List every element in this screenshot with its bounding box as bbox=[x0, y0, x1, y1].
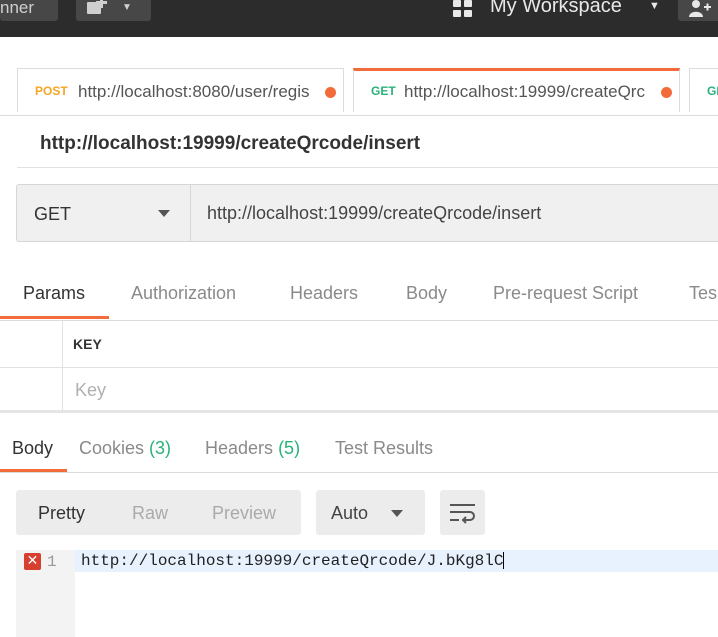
chevron-down-icon: ▼ bbox=[649, 0, 660, 12]
tab-url: http://localhost:8080/user/regis bbox=[78, 82, 310, 101]
chevron-down-icon bbox=[391, 510, 403, 517]
runner-label: nner bbox=[0, 0, 35, 17]
cookies-label: Cookies bbox=[79, 438, 145, 458]
cookies-count: (3) bbox=[149, 438, 172, 458]
divider bbox=[0, 367, 718, 368]
view-mode-group: Pretty Raw Preview bbox=[16, 490, 301, 535]
divider bbox=[0, 472, 718, 473]
pretty-button[interactable]: Pretty bbox=[38, 503, 85, 524]
plus-box-icon bbox=[87, 0, 107, 14]
raw-button[interactable]: Raw bbox=[132, 503, 168, 524]
request-tab-strip: POST http://localhost:8080/user/regis GE… bbox=[0, 37, 718, 116]
request-tab-post[interactable]: POST http://localhost:8080/user/regis bbox=[17, 68, 344, 112]
grid-icon bbox=[453, 0, 473, 18]
response-content: http://localhost:19999/createQrcode/J.bK… bbox=[81, 552, 504, 570]
runner-button[interactable]: nner bbox=[0, 0, 58, 21]
unsaved-dot-icon bbox=[661, 87, 672, 98]
divider bbox=[17, 167, 718, 168]
wrap-lines-icon bbox=[450, 504, 475, 524]
url-input[interactable]: http://localhost:19999/createQrcode/inse… bbox=[190, 184, 718, 242]
top-bar: nner ▼ My Workspace ▼ bbox=[0, 0, 718, 37]
method-value: GET bbox=[34, 204, 72, 224]
tab-headers[interactable]: Headers bbox=[290, 283, 358, 304]
tab-response-body[interactable]: Body bbox=[12, 438, 53, 459]
editor-gutter: ✕ 1 bbox=[16, 550, 75, 637]
pane-resizer[interactable] bbox=[0, 410, 718, 413]
tab-tests[interactable]: Tes bbox=[689, 283, 717, 304]
preview-button[interactable]: Preview bbox=[212, 503, 276, 524]
tab-authorization[interactable]: Authorization bbox=[131, 283, 236, 304]
active-tab-indicator bbox=[0, 316, 109, 319]
add-user-icon bbox=[689, 0, 711, 17]
tab-method: POST bbox=[35, 84, 68, 98]
tab-params[interactable]: Params bbox=[23, 283, 85, 304]
tab-response-headers[interactable]: Headers (5) bbox=[205, 438, 300, 459]
key-column-header: KEY bbox=[73, 336, 102, 352]
code-line: http://localhost:19999/createQrcode/J.bK… bbox=[75, 550, 718, 572]
wrap-lines-button[interactable] bbox=[440, 490, 485, 535]
tab-url: http://localhost:19999/createQrc bbox=[404, 82, 645, 101]
chevron-down-icon bbox=[158, 210, 170, 217]
chevron-down-icon: ▼ bbox=[122, 2, 132, 13]
code-text: http://localhost:19999/createQrcode/J.bK… bbox=[81, 552, 505, 570]
format-value: Auto bbox=[331, 503, 369, 523]
tab-test-results[interactable]: Test Results bbox=[335, 438, 433, 459]
new-button[interactable]: ▼ bbox=[76, 0, 151, 21]
format-select[interactable]: Auto bbox=[316, 490, 425, 535]
line-number: 1 bbox=[47, 553, 57, 571]
method-select[interactable]: GET bbox=[16, 184, 191, 242]
text-cursor bbox=[503, 552, 505, 570]
tab-method: GET bbox=[371, 84, 396, 98]
params-table: KEY Key bbox=[0, 321, 718, 411]
tab-pre-request-script[interactable]: Pre-request Script bbox=[493, 283, 638, 304]
request-section-tabs: Params Authorization Headers Body Pre-re… bbox=[0, 279, 718, 321]
response-tabs: Body Cookies (3) Headers (5) Test Result… bbox=[0, 425, 718, 473]
headers-label: Headers bbox=[205, 438, 274, 458]
divider bbox=[0, 115, 718, 116]
url-value: http://localhost:19999/createQrcode/inse… bbox=[207, 203, 542, 223]
request-title[interactable]: http://localhost:19999/createQrcode/inse… bbox=[40, 133, 420, 155]
request-tab-get-active[interactable]: GET http://localhost:19999/createQrc bbox=[353, 68, 680, 112]
divider bbox=[62, 321, 63, 411]
key-input[interactable]: Key bbox=[75, 380, 106, 401]
tab-method: GE bbox=[707, 84, 718, 98]
request-tab-get[interactable]: GE bbox=[689, 68, 718, 112]
response-body-editor[interactable]: ✕ 1 http://localhost:19999/createQrcode/… bbox=[16, 550, 718, 637]
invite-button[interactable] bbox=[678, 0, 718, 21]
headers-count: (5) bbox=[278, 438, 301, 458]
tab-cookies[interactable]: Cookies (3) bbox=[79, 438, 171, 459]
workspace-label: My Workspace bbox=[490, 0, 622, 17]
unsaved-dot-icon bbox=[325, 87, 336, 98]
error-icon: ✕ bbox=[24, 553, 41, 570]
tab-body[interactable]: Body bbox=[406, 283, 447, 304]
